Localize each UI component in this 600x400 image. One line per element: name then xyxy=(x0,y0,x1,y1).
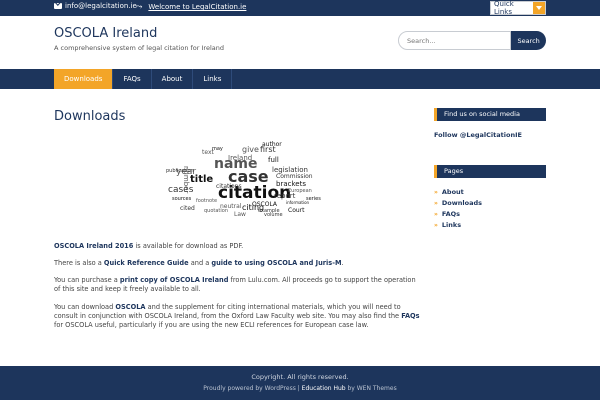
powered-by-text: Proudly powered by WordPress | Education… xyxy=(203,385,397,392)
site-footer: Copyright. All rights reserved. Proudly … xyxy=(0,366,600,400)
nav-item-faqs[interactable]: FAQs xyxy=(113,69,152,89)
pages-heading: Pages xyxy=(434,165,546,178)
page-link-downloads[interactable]: » Downloads xyxy=(434,198,482,209)
chevron-right-icon: » xyxy=(434,200,438,207)
oscola-2016-link[interactable]: OSCOLA Ireland 2016 xyxy=(54,242,133,250)
site-tagline: A comprehensive system of legal citation… xyxy=(54,44,224,52)
paragraph-oscola: You can download OSCOLA and the suppleme… xyxy=(54,303,420,329)
oscola-link[interactable]: OSCOLA xyxy=(115,303,145,311)
email-text: info@legalcitation.ie xyxy=(65,2,137,10)
word-cloud-word: European xyxy=(288,188,312,194)
share-arrow-icon: ⤳ xyxy=(136,2,143,11)
search-button[interactable]: Search xyxy=(511,31,546,50)
pages-list: » About » Downloads » FAQs » Links xyxy=(434,187,482,231)
nav-item-about[interactable]: About xyxy=(152,69,194,89)
quick-links-dropdown[interactable]: Quick Links xyxy=(490,0,546,16)
chevron-right-icon: » xyxy=(434,189,438,196)
word-cloud-word: OSCOLA xyxy=(252,201,278,208)
nav-item-downloads[interactable]: Downloads xyxy=(54,69,114,89)
faqs-link[interactable]: FAQs xyxy=(401,312,419,320)
word-cloud-word: sources xyxy=(172,196,192,202)
word-cloud-word: author xyxy=(262,141,282,148)
print-copy-link[interactable]: print copy of OSCOLA Ireland xyxy=(120,276,229,284)
nav-item-links[interactable]: Links xyxy=(193,69,233,89)
copyright-text: Copyright. All rights reserved. xyxy=(251,373,349,381)
word-cloud-word: cited xyxy=(180,205,195,212)
word-cloud-word: series xyxy=(306,196,321,202)
word-cloud-word: example xyxy=(258,208,280,214)
search-input[interactable] xyxy=(398,31,512,50)
welcome-link[interactable]: Welcome to LegalCitation.ie xyxy=(148,3,246,11)
chevron-right-icon: » xyxy=(434,222,438,229)
word-cloud-word: brackets xyxy=(276,180,306,188)
envelope-icon xyxy=(54,3,62,9)
juris-m-guide-link[interactable]: guide to using OSCOLA and Juris-M xyxy=(211,259,341,267)
top-bar: info@legalcitation.ie ⤳ Welcome to Legal… xyxy=(0,0,600,16)
quick-links-label: Quick Links xyxy=(494,0,514,16)
page-title: Downloads xyxy=(54,109,126,124)
word-cloud-word: Commission xyxy=(276,173,313,180)
word-cloud-word: may xyxy=(212,146,223,152)
quick-reference-link[interactable]: Quick Reference Guide xyxy=(104,259,189,267)
theme-link[interactable]: Education Hub xyxy=(302,385,346,392)
search-form: Search xyxy=(398,31,546,50)
welcome-area: ⤳ Welcome to LegalCitation.ie xyxy=(136,2,246,12)
page-link-faqs[interactable]: » FAQs xyxy=(434,209,482,220)
word-cloud-word: number xyxy=(182,166,190,193)
chevron-right-icon: » xyxy=(434,211,438,218)
page-link-links[interactable]: » Links xyxy=(434,220,482,231)
chevron-down-icon[interactable] xyxy=(533,2,545,14)
word-cloud-word: Ireland xyxy=(228,154,252,162)
word-cloud-word: Law xyxy=(234,211,246,218)
word-cloud-image: citationcasenametitlecasesyearcitingrepo… xyxy=(166,141,321,218)
paragraph-purchase: You can purchase a print copy of OSCOLA … xyxy=(54,276,416,293)
site-title[interactable]: OSCOLA Ireland xyxy=(54,26,157,41)
social-media-heading: Find us on social media xyxy=(434,108,546,121)
word-cloud-word: Court xyxy=(288,207,305,214)
follow-twitter-link[interactable]: Follow @LegalCitationIE xyxy=(434,131,522,139)
word-cloud-word: give xyxy=(242,145,259,154)
page-link-about[interactable]: » About xyxy=(434,187,482,198)
word-cloud-word: quotation xyxy=(204,208,228,214)
email-contact[interactable]: info@legalcitation.ie xyxy=(54,2,137,10)
word-cloud-word: citations xyxy=(216,183,242,190)
main-navigation: Downloads FAQs About Links xyxy=(0,69,600,89)
paragraph-guides: There is also a Quick Reference Guide an… xyxy=(54,259,344,267)
word-cloud-word: footnote xyxy=(196,198,217,204)
word-cloud-word: full xyxy=(268,156,279,164)
paragraph-download: OSCOLA Ireland 2016 is available for dow… xyxy=(54,242,244,250)
